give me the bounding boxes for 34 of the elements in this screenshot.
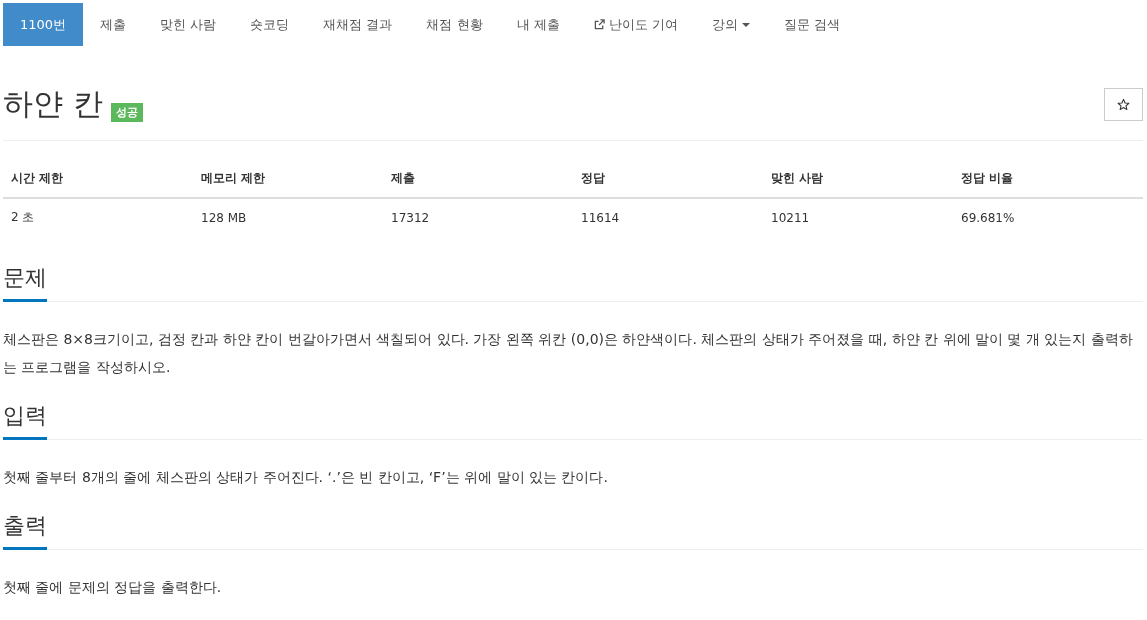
nav-tab[interactable]: 재채점 결과 (306, 3, 410, 46)
section-heading: 문제 (3, 263, 47, 302)
column-header: 제출 (383, 160, 573, 198)
column-header: 메모리 제한 (193, 160, 383, 198)
column-header: 정답 (573, 160, 763, 198)
nav-tab[interactable]: 질문 검색 (766, 3, 857, 46)
star-icon (1117, 98, 1130, 111)
table-cell: 69.681% (953, 198, 1143, 236)
nav-tab[interactable]: 숏코딩 (233, 3, 307, 46)
nav-tab[interactable]: 1100번 (3, 3, 84, 46)
section-heading: 출력 (3, 511, 47, 550)
star-button[interactable] (1104, 88, 1143, 121)
nav-tab[interactable]: 내 제출 (499, 3, 577, 46)
column-header: 정답 비율 (953, 160, 1143, 198)
column-header: 시간 제한 (3, 160, 193, 198)
nav-tab[interactable]: 난이도 기여 (576, 3, 695, 46)
table-cell: 2 초 (3, 198, 193, 236)
table-cell: 11614 (573, 198, 763, 236)
status-label: 성공 (110, 102, 143, 122)
caret-icon (741, 22, 750, 27)
external-link-icon (593, 19, 605, 30)
section-text: 첫째 줄부터 8개의 줄에 체스판의 상태가 주어진다. ‘.’은 빈 칸이고, ‘F’는 위에 말이 있는 칸이다. (3, 468, 609, 487)
table-cell: 17312 (383, 198, 573, 236)
problem-title: 하얀 칸 (3, 85, 103, 123)
table-cell: 10211 (763, 198, 953, 236)
nav-tab[interactable]: 제출 (83, 3, 144, 46)
section-text: 첫째 줄에 문제의 정답을 출력한다. (3, 578, 223, 597)
column-header: 맞힌 사람 (763, 160, 953, 198)
nav-tab[interactable]: 채점 현황 (409, 3, 500, 46)
nav-tab[interactable]: 맞힌 사람 (143, 3, 234, 46)
section-heading: 입력 (3, 401, 47, 440)
section-text: 체스판은 8×8크기이고, 검정 칸과 하얀 칸이 번갈아가면서 색칠되어 있다. 가장 왼쪽 위칸 (0,0)은 하얀색이다. 체스판의 상태가 주어졌을 때, 하얀 칸 위에 말이 몇 개 있는지 출력하는 프로그램을 작성하시오. (3, 330, 1134, 377)
nav-tab[interactable]: 강의 (694, 3, 767, 46)
table-cell: 128 MB (193, 198, 383, 236)
